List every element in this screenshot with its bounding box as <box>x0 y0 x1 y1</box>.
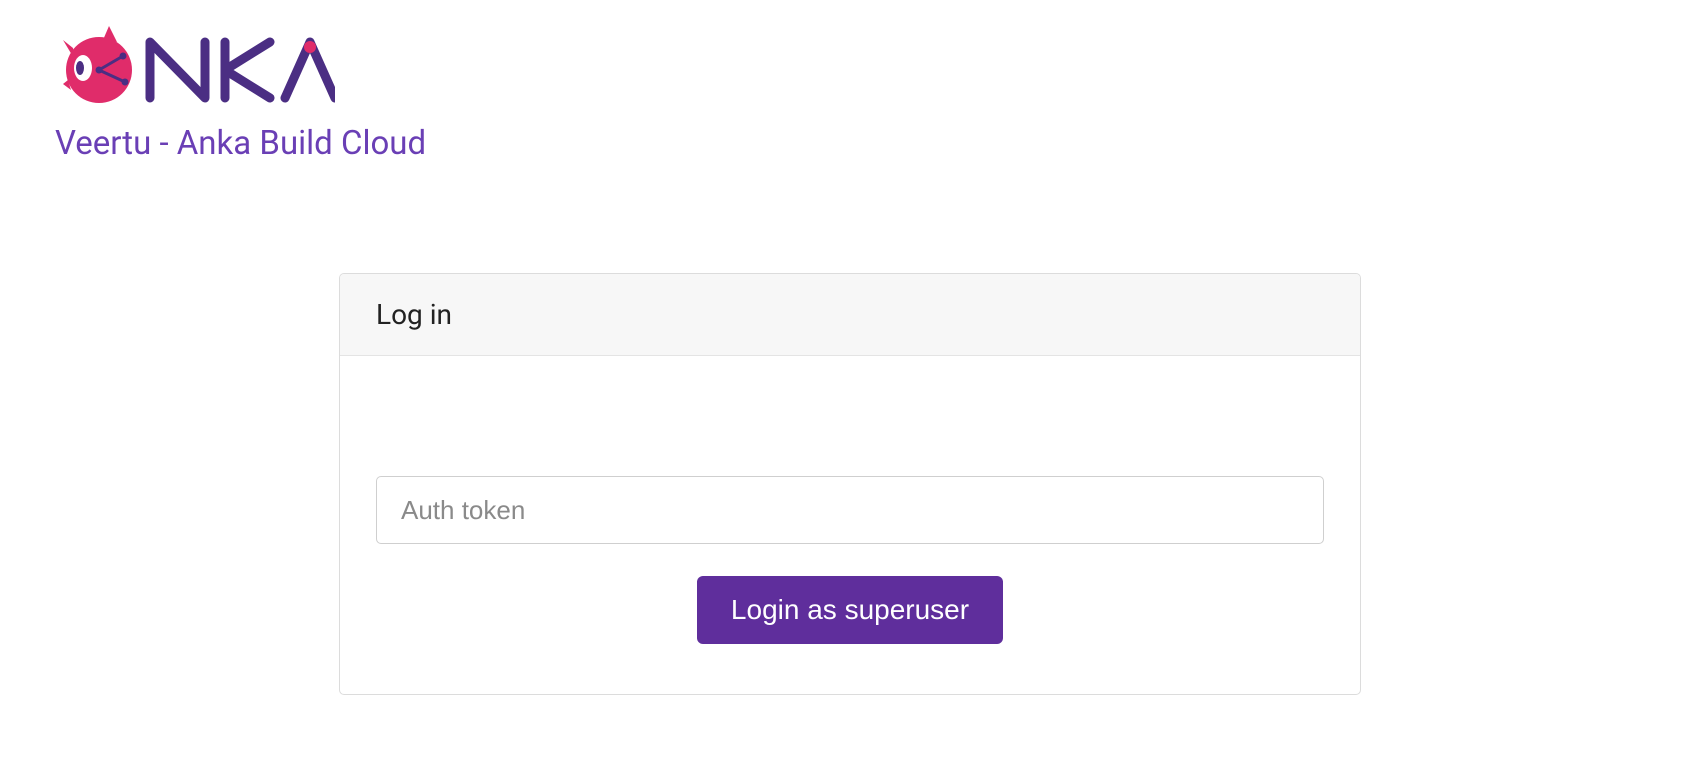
brand-title: Veertu - Anka Build Cloud <box>55 124 1645 163</box>
auth-token-input[interactable] <box>376 476 1324 544</box>
login-superuser-button[interactable]: Login as superuser <box>697 576 1003 644</box>
login-card-header: Log in <box>340 274 1360 356</box>
anka-logo <box>55 20 335 114</box>
login-card-body: Login as superuser <box>340 356 1360 694</box>
page-header: Veertu - Anka Build Cloud <box>0 0 1700 183</box>
login-card-title: Log in <box>376 298 1324 331</box>
login-card: Log in Login as superuser <box>339 273 1361 695</box>
